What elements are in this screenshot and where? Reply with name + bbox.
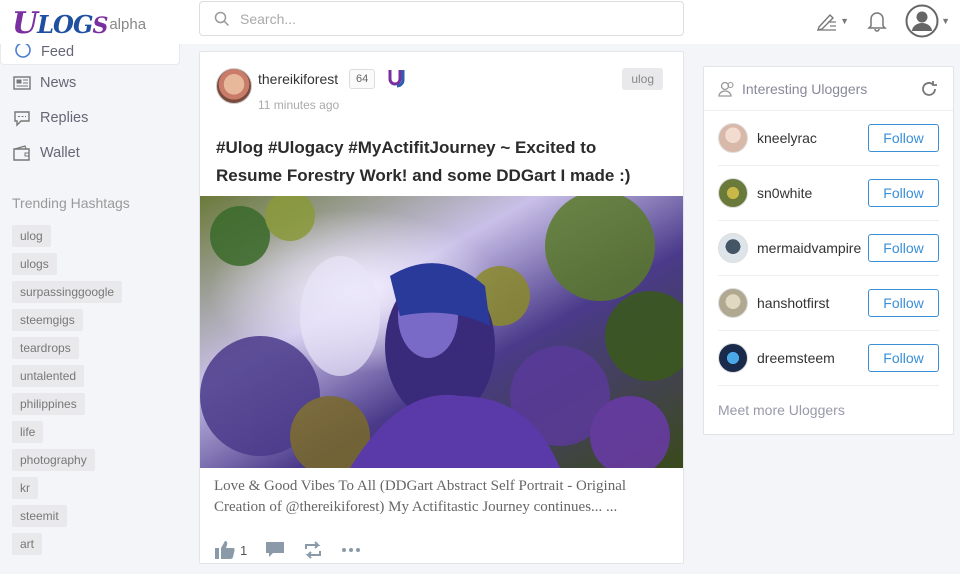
meet-more-link[interactable]: Meet more Uloggers [718,402,939,418]
wallet-icon [13,144,30,161]
user-name[interactable]: mermaidvampire [757,240,868,256]
sidebar-item-label: News [40,74,77,91]
panel-title: Interesting Uloggers [742,80,868,97]
hashtag-item[interactable]: life [12,421,44,443]
hashtag-item[interactable]: kr [12,477,38,499]
user-avatar[interactable] [718,123,748,153]
follow-button[interactable]: Follow [868,124,939,152]
post-timestamp: 11 minutes ago [258,98,340,112]
reputation-badge: 64 [349,69,376,89]
users-icon [718,81,734,97]
post-excerpt[interactable]: Love & Good Vibes To All (DDGart Abstrac… [200,468,683,528]
sidebar-item-label: Feed [41,44,75,60]
ulogger-row: hanshotfirst Follow [718,276,939,331]
user-avatar[interactable] [718,233,748,263]
user-avatar[interactable] [718,178,748,208]
sidebar-item-feed[interactable]: Feed [0,44,180,65]
ulogger-row: mermaidvampire Follow [718,221,939,276]
hashtag-item[interactable]: surpassinggoogle [12,281,123,303]
search-bar[interactable] [199,1,684,36]
user-avatar[interactable] [718,288,748,318]
hashtag-item[interactable]: untalented [12,365,85,387]
more-dots-icon [342,548,361,552]
follow-button[interactable]: Follow [868,234,939,262]
account-menu[interactable]: ▼ [905,4,950,38]
ulogger-row: dreemsteem Follow [718,331,939,386]
header-actions: ▼ ▼ [798,4,950,38]
post-title[interactable]: #Ulog #Ulogacy #MyActifitJourney ~ Excit… [200,122,683,196]
post-card: thereikiforest 64 11 minutes ago ulog #U… [199,51,684,564]
trending-hashtags-title: Trending Hashtags [12,195,130,211]
sidebar-item-label: Replies [40,109,89,126]
news-icon [13,75,31,90]
user-name[interactable]: dreemsteem [757,350,868,366]
thumbs-up-icon [215,541,235,559]
user-avatar-icon [905,4,939,38]
replies-icon [14,110,30,127]
bell-icon [867,12,887,32]
sidebar-item-wallet[interactable]: Wallet [0,135,180,170]
author-name[interactable]: thereikiforest [258,71,338,87]
comment-button[interactable] [265,541,285,559]
sidebar-item-label: Wallet [40,144,80,161]
hashtag-item[interactable]: ulogs [12,253,57,275]
pen-icon [817,13,837,31]
logo[interactable]: ULOGS alpha [12,5,147,41]
search-icon [214,11,230,26]
comment-icon [266,542,285,557]
hashtag-item[interactable]: ulog [12,225,51,247]
author-avatar[interactable] [216,68,252,104]
follow-button[interactable]: Follow [868,179,939,207]
notifications-button[interactable] [867,10,887,32]
post-tag-badge[interactable]: ulog [622,68,663,90]
reblog-icon [305,541,322,559]
ulog-badge-icon [386,67,408,94]
hashtag-item[interactable]: steemit [12,505,67,527]
user-name[interactable]: sn0white [757,185,868,201]
feed-icon [15,44,31,58]
chevron-down-icon: ▼ [840,16,850,26]
more-options-button[interactable] [341,547,361,553]
ulogger-row: kneelyrac Follow [718,111,939,166]
left-sidebar: Feed News Replies Wallet Trending Hashta… [0,44,180,561]
panel-header: Interesting Uloggers [704,67,953,111]
hashtag-item[interactable]: photography [12,449,95,471]
top-bar: ULOGS alpha ▼ ▼ [0,0,960,44]
user-name[interactable]: hanshotfirst [757,295,868,311]
logo-subtitle: alpha [109,15,147,33]
trending-tags-list: ulog ulogs surpassinggoogle steemgigs te… [0,225,180,561]
hashtag-item[interactable]: teardrops [12,337,79,359]
ulogger-row: sn0white Follow [718,166,939,221]
like-count: 1 [240,542,248,558]
sidebar-item-news[interactable]: News [0,65,180,100]
hashtag-item[interactable]: steemgigs [12,309,83,331]
user-avatar[interactable] [718,343,748,373]
sidebar-item-replies[interactable]: Replies [0,100,180,135]
user-name[interactable]: kneelyrac [757,130,868,146]
like-button[interactable]: 1 [214,540,247,560]
post-actions: 1 [200,540,683,560]
follow-button[interactable]: Follow [868,344,939,372]
hashtag-item[interactable]: philippines [12,393,85,415]
follow-button[interactable]: Follow [868,289,939,317]
interesting-uloggers-panel: Interesting Uloggers kneelyrac Follow sn… [703,66,954,435]
chevron-down-icon: ▼ [941,16,950,26]
write-menu[interactable]: ▼ [816,11,849,31]
logo-mark: ULOGS [12,5,108,41]
hashtag-item[interactable]: art [12,533,43,555]
search-input[interactable] [240,10,660,27]
post-image[interactable] [200,196,683,468]
reblog-button[interactable] [303,541,323,559]
post-header: thereikiforest 64 11 minutes ago ulog [200,52,683,122]
refresh-icon[interactable] [919,79,939,99]
